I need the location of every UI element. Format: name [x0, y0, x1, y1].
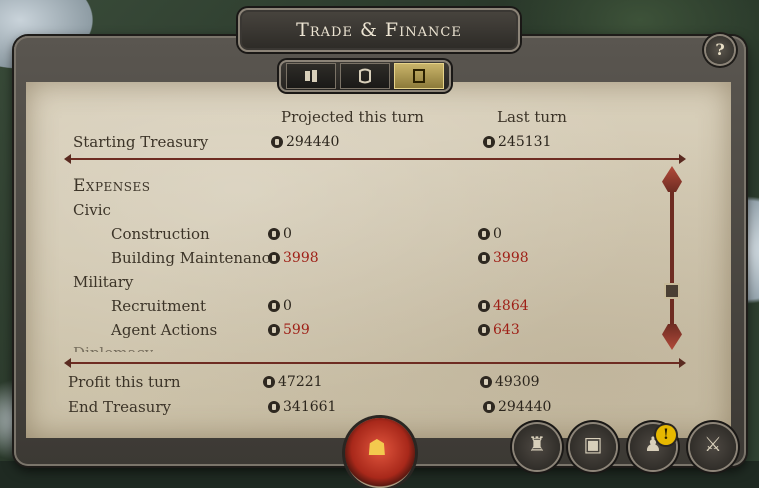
- panel-title: Trade & Finance: [296, 19, 462, 41]
- profit-label: Profit this turn: [68, 373, 181, 391]
- trade-icon: [305, 70, 317, 82]
- profit-last: 49309: [480, 374, 540, 390]
- value: 0: [493, 226, 502, 242]
- coin-icon: [268, 401, 280, 413]
- expenses-heading: Expenses: [73, 176, 151, 196]
- military-button[interactable]: ⚔: [690, 424, 736, 470]
- construction-projected: 0: [268, 226, 292, 242]
- expense-icon: [478, 324, 490, 336]
- agent-actions-label: Agent Actions: [111, 321, 218, 339]
- treasure-button[interactable]: ▣: [570, 424, 616, 470]
- column-last-header: Last turn: [497, 108, 567, 126]
- starting-treasury-label: Starting Treasury: [73, 133, 209, 151]
- scroll-icon: [359, 68, 371, 84]
- value: 599: [283, 322, 310, 338]
- profit-projected: 47221: [263, 374, 323, 390]
- tab-bar: [279, 60, 451, 92]
- tab-trade[interactable]: [286, 63, 336, 89]
- scrollbar-track[interactable]: [670, 178, 674, 338]
- expense-icon: [478, 252, 490, 264]
- value: 49309: [495, 374, 540, 390]
- scrollbar-thumb[interactable]: [664, 283, 680, 299]
- title-plate: Trade & Finance: [238, 8, 520, 52]
- divider-bottom: [64, 358, 686, 368]
- coin-icon: [483, 136, 495, 148]
- expense-icon: [478, 228, 490, 240]
- help-button[interactable]: ?: [706, 36, 734, 64]
- agent-actions-last: 643: [478, 322, 520, 338]
- column-projected-header: Projected this turn: [281, 108, 424, 126]
- goblet-button[interactable]: ♜: [514, 424, 560, 470]
- civic-label: Civic: [73, 201, 111, 219]
- coin-icon: [483, 401, 495, 413]
- recruitment-projected: 0: [268, 298, 292, 314]
- tab-scroll[interactable]: [340, 63, 390, 89]
- value: 0: [283, 298, 292, 314]
- construction-label: Construction: [111, 225, 210, 243]
- chest-icon: ▣: [583, 432, 603, 456]
- profit-icon: [480, 376, 492, 388]
- expense-icon: [268, 324, 280, 336]
- value: 3998: [493, 250, 529, 266]
- profit-icon: [263, 376, 275, 388]
- recruitment-label: Recruitment: [111, 297, 207, 315]
- value: 3998: [283, 250, 319, 266]
- coin-icon: [271, 136, 283, 148]
- military-label: Military: [73, 273, 134, 291]
- recruitment-last: 4864: [478, 298, 529, 314]
- faction-emblem-button[interactable]: [345, 418, 415, 488]
- value: 0: [283, 226, 292, 242]
- starting-treasury-projected: 294440: [271, 134, 339, 150]
- value: 341661: [283, 399, 337, 415]
- end-treasury-label: End Treasury: [68, 398, 171, 416]
- tab-finance[interactable]: [394, 63, 444, 89]
- value: 643: [493, 322, 520, 338]
- value: 294440: [286, 134, 340, 150]
- value: 294440: [498, 399, 552, 415]
- value: 245131: [498, 134, 552, 150]
- expense-icon: [268, 252, 280, 264]
- building-maintenance-label: Building Maintenance: [111, 249, 279, 267]
- construction-last: 0: [478, 226, 502, 242]
- starting-treasury-last: 245131: [483, 134, 551, 150]
- building-maintenance-projected: 3998: [268, 250, 319, 266]
- building-maintenance-last: 3998: [478, 250, 529, 266]
- end-treasury-projected: 341661: [268, 399, 336, 415]
- crossed-swords-icon: ⚔: [704, 432, 722, 456]
- agent-actions-projected: 599: [268, 322, 310, 338]
- finance-icon: [413, 69, 425, 83]
- expense-icon: [268, 300, 280, 312]
- end-treasury-last: 294440: [483, 399, 551, 415]
- value: 4864: [493, 298, 529, 314]
- expense-icon: [268, 228, 280, 240]
- diplomacy-label-cutoff: Diplomacy: [73, 344, 153, 352]
- value: 47221: [278, 374, 323, 390]
- alert-badge: !: [656, 425, 676, 445]
- divider-top: [64, 154, 686, 164]
- expense-icon: [478, 300, 490, 312]
- help-label: ?: [715, 40, 725, 59]
- goblet-icon: ♜: [528, 432, 546, 456]
